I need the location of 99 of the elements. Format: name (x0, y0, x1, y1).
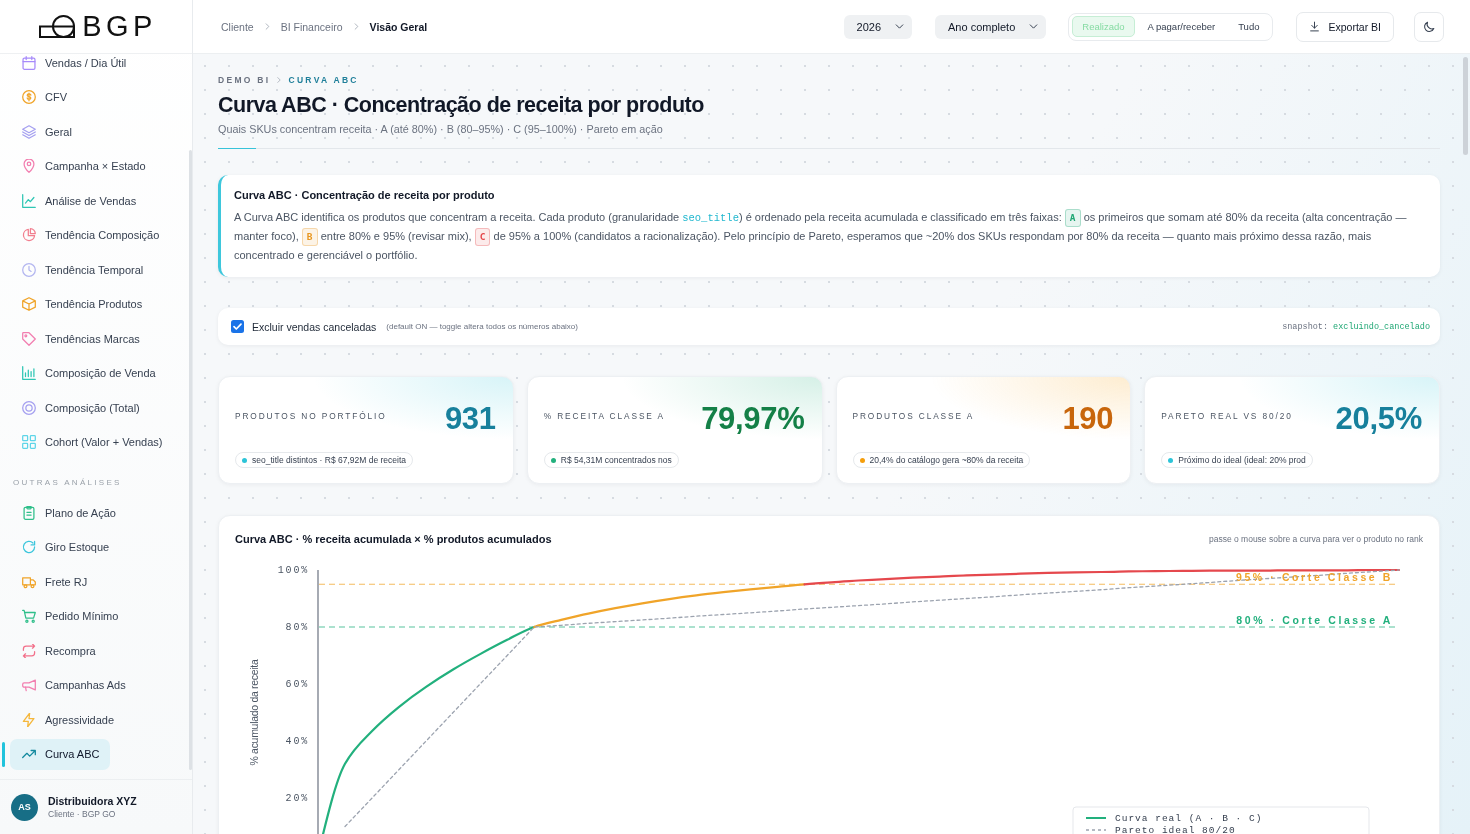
grid-icon (22, 435, 36, 449)
y-tick-label: 60% (285, 678, 309, 690)
page-subtitle: Quais SKUs concentram receita · A (até 80%) · B (80–95%) · C (95–100%) · Pareto em ação (218, 122, 664, 136)
kpi-label: PRODUTOS CLASSE A (852, 411, 975, 422)
kpi-value: 190 (1062, 401, 1114, 438)
sidebar-item[interactable]: Pedido Mínimo (10, 600, 130, 632)
legend-label: Pareto ideal 80/20 (1115, 824, 1236, 834)
checkbox[interactable] (231, 320, 244, 334)
logo-text: BGP (82, 12, 157, 41)
sidebar-item[interactable]: Tendência Composição (10, 219, 171, 251)
sidebar-item[interactable]: Vendas / Dia Útil (10, 54, 138, 78)
sidebar-item[interactable]: Tendência Temporal (10, 254, 155, 285)
account-name: Distribuidora XYZ (48, 795, 137, 807)
account-subtitle: Cliente · BGP GO (48, 809, 117, 819)
kpi-note: Próximo do ideal (ideal: 20% prod (1178, 455, 1306, 466)
section-title: OUTRAS ANÁLISES (13, 477, 123, 489)
sidebar-item[interactable]: Giro Estoque (10, 531, 121, 563)
period-select[interactable]: Ano completo (935, 14, 1047, 39)
breadcrumb-link[interactable]: Cliente (221, 20, 254, 33)
kpi-note: 20,4% do catálogo gera ~80% da receita (869, 455, 1024, 466)
sidebar-item[interactable]: Geral (10, 116, 83, 147)
clock-icon (22, 262, 36, 277)
sidebar-item[interactable]: Cohort (Valor + Vendas) (10, 426, 174, 458)
chevron-right-icon (275, 76, 284, 84)
class-badge: C (474, 228, 491, 247)
truck-icon (22, 574, 36, 589)
view-tab[interactable]: Tudo (1228, 16, 1270, 37)
logo-icon (39, 15, 76, 38)
cart-icon (22, 609, 36, 623)
checkbox-hint: (default ON — toggle altera todos os números abaixo) (386, 322, 578, 332)
chevron-down-icon (1028, 21, 1040, 32)
bar-chart-icon (22, 366, 36, 380)
box-icon (22, 297, 36, 311)
download-icon (1309, 21, 1321, 32)
sidebar-item[interactable]: Composição (Total) (10, 392, 151, 423)
moon-icon (1423, 20, 1435, 33)
sidebar-item[interactable]: CFV (10, 81, 78, 113)
view-tab[interactable]: A pagar/receber (1137, 16, 1226, 37)
reference-label: 95% · Corte Classe B (1235, 571, 1393, 584)
class-badge: B (301, 228, 318, 247)
sidebar-item[interactable]: Tendências Marcas (10, 323, 151, 354)
line-chart-icon (22, 193, 36, 208)
chevron-down-icon (894, 21, 906, 32)
legend-label: Curva real (A · B · C) (1115, 812, 1263, 824)
avatar: AS (11, 793, 38, 821)
sidebar-item[interactable]: Tendência Produtos (10, 288, 154, 320)
refresh-icon (22, 540, 36, 554)
snapshot-label: snapshot: (1282, 321, 1329, 332)
sidebar-item[interactable]: Plano de Ação (10, 497, 127, 528)
sidebar-item[interactable]: Frete RJ (10, 566, 99, 597)
chart-title: Curva ABC · % receita acumulada × % produtos acumulados (235, 532, 552, 547)
y-tick-label: 100% (277, 564, 309, 576)
active-indicator (2, 741, 5, 767)
year-select[interactable]: 2026 (843, 14, 913, 39)
eyebrow-label[interactable]: DEMO BI (218, 74, 271, 86)
trending-up-icon (22, 747, 36, 761)
sidebar-item[interactable]: Composição de Venda (10, 357, 167, 389)
kpi-note: R$ 54,31M concentrados nos (560, 455, 672, 466)
clipboard-icon (22, 505, 36, 520)
chart-hint: passe o mouse sobre a curva para ver o produto no rank (1208, 533, 1423, 547)
page-title: Curva ABC · Concentração de receita por produto (218, 92, 705, 118)
checkbox-label[interactable]: Excluir vendas canceladas (252, 320, 377, 333)
kpi-value: 79,97% (701, 401, 805, 438)
map-pin-icon (22, 159, 36, 173)
info-title: Curva ABC · Concentração de receita por produto (234, 188, 496, 202)
calendar-icon (22, 55, 36, 70)
kpi-label: PARETO REAL VS 80/20 (1161, 411, 1293, 422)
kpi-label: PRODUTOS NO PORTFÓLIO (235, 411, 387, 422)
info-text: A Curva ABC identifica os produtos que concentram a receita. Cada produto (granularidade seo_title) é ordenado pela receita acumulada e classificado em três faixas: A os primeiros que somam até 80% da receita (alta concentração — manter foco), B entre 80% e 95% (revisar mix), C de 95% a 100% (candidatos a racionalização). Pelo princípio de Pareto, esperamos que ~20% dos SKUs respondam por 80% da receita — quanto mais próximo dessa razão, mais concentrado e gerenciável o portfólio. (234, 208, 1408, 264)
eyebrow-label: CURVA ABC (288, 74, 359, 86)
scrollbar-thumb[interactable] (1463, 57, 1468, 155)
repeat-icon (22, 643, 36, 658)
snapshot-value: excluindo_cancelado (1333, 321, 1430, 332)
kpi-label: % RECEITA CLASSE A (543, 411, 665, 422)
y-tick-label: 20% (285, 792, 309, 804)
class-badge: A (1064, 209, 1081, 228)
y-tick-label: 80% (285, 621, 309, 633)
sidebar-item[interactable]: Recompra (10, 635, 107, 666)
y-tick-label: 40% (285, 735, 309, 747)
kpi-note: seo_title distintos · R$ 67,92M de receita (252, 455, 407, 466)
kpi-value: 20,5% (1335, 401, 1422, 438)
export-button[interactable]: Exportar BI (1296, 11, 1394, 42)
layers-icon (22, 124, 36, 139)
sidebar-item[interactable]: Campanha × Estado (10, 150, 157, 182)
sidebar-item[interactable]: Campanhas Ads (10, 669, 137, 701)
tag-icon (22, 331, 36, 346)
y-axis-title: % acumulado da receita (247, 659, 260, 766)
breadcrumb-current: Visão Geral (369, 20, 428, 33)
breadcrumb-link[interactable]: BI Financeiro (280, 20, 343, 33)
reference-label: 80% · Corte Classe A (1236, 614, 1393, 627)
lightning-icon (22, 712, 36, 727)
sidebar-item[interactable]: Agressividade (10, 704, 126, 735)
pie-chart-icon (22, 228, 36, 242)
coin-icon (22, 90, 36, 104)
megaphone-icon (22, 678, 36, 692)
kpi-value: 931 (444, 401, 496, 438)
sidebar-item[interactable]: Análise de Vendas (10, 185, 148, 216)
theme-toggle-button[interactable] (1414, 11, 1444, 42)
target-icon (22, 400, 36, 415)
